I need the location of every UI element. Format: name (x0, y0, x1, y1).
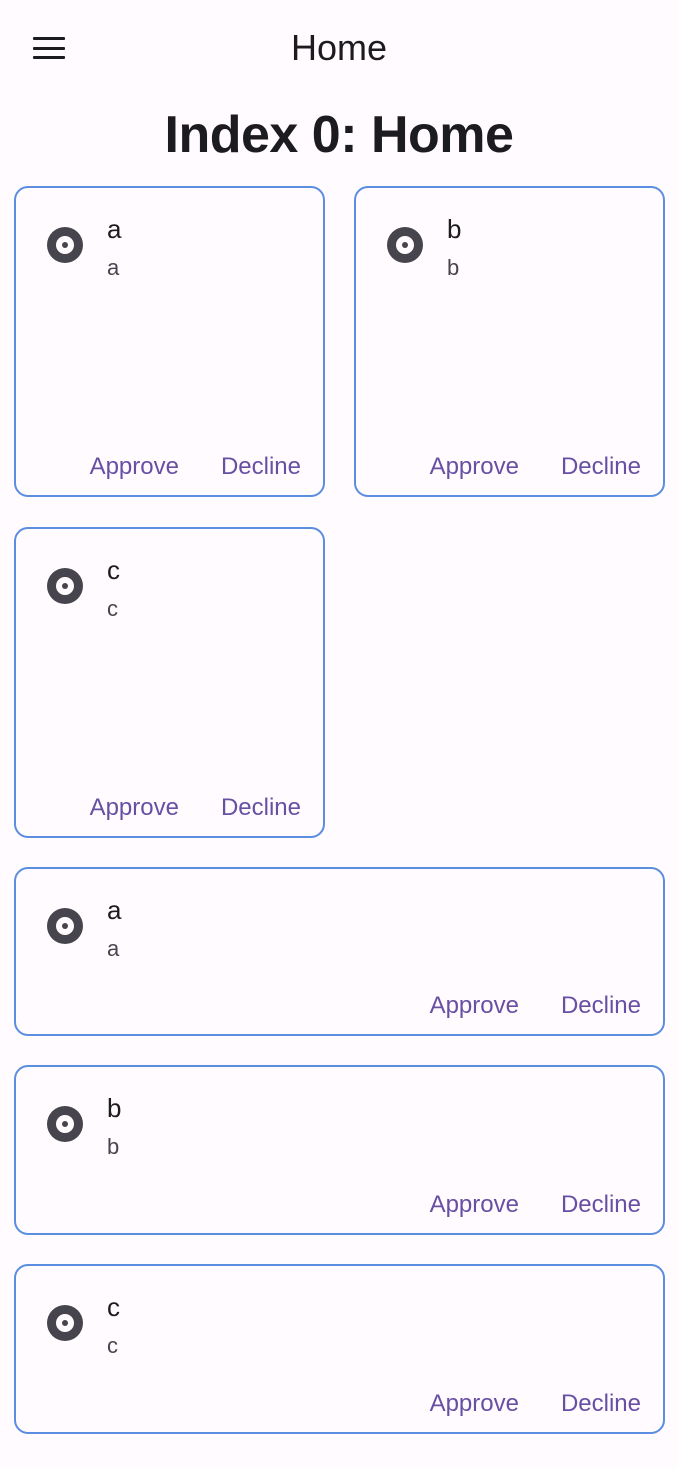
list-card-a[interactable]: a a Approve Decline (14, 867, 665, 1036)
album-icon (47, 568, 83, 604)
page-heading: Index 0: Home (164, 106, 514, 164)
card-title: a (107, 895, 122, 925)
album-icon (47, 1106, 83, 1142)
album-icon (387, 227, 423, 263)
approve-button[interactable]: Approve (420, 986, 529, 1026)
card-actions: Approve Decline (420, 447, 651, 487)
card-subtitle: b (107, 1134, 120, 1159)
card-title: a (107, 214, 122, 244)
list-card-b[interactable]: b b Approve Decline (14, 1065, 665, 1235)
album-icon (47, 227, 83, 263)
app-bar-title: Home (290, 27, 388, 68)
grid-card-a[interactable]: a a Approve Decline (14, 186, 325, 497)
card-subtitle: c (107, 1333, 118, 1358)
card-subtitle: b (447, 255, 460, 280)
approve-button[interactable]: Approve (420, 447, 529, 487)
grid-card-b[interactable]: b b Approve Decline (354, 186, 665, 497)
card-title: c (107, 1292, 120, 1322)
approve-button[interactable]: Approve (80, 788, 189, 828)
approve-button[interactable]: Approve (80, 447, 189, 487)
decline-button[interactable]: Decline (551, 447, 651, 487)
card-title: b (447, 214, 462, 244)
card-actions: Approve Decline (420, 1185, 651, 1225)
card-subtitle: a (107, 936, 120, 961)
grid-card-c[interactable]: c c Approve Decline (14, 527, 325, 838)
decline-button[interactable]: Decline (551, 1384, 651, 1424)
app-bar: Home (0, 0, 678, 96)
approve-button[interactable]: Approve (420, 1185, 529, 1225)
card-actions: Approve Decline (80, 447, 311, 487)
card-actions: Approve Decline (80, 788, 311, 828)
approve-button[interactable]: Approve (420, 1384, 529, 1424)
decline-button[interactable]: Decline (211, 788, 311, 828)
card-actions: Approve Decline (420, 1384, 651, 1424)
list-card-c[interactable]: c c Approve Decline (14, 1264, 665, 1434)
card-title: c (107, 555, 120, 585)
album-icon (47, 1305, 83, 1341)
album-icon (47, 908, 83, 944)
decline-button[interactable]: Decline (551, 986, 651, 1026)
card-subtitle: a (107, 255, 120, 280)
card-title: b (107, 1093, 122, 1123)
card-actions: Approve Decline (420, 986, 651, 1026)
card-subtitle: c (107, 596, 118, 621)
decline-button[interactable]: Decline (211, 447, 311, 487)
decline-button[interactable]: Decline (551, 1185, 651, 1225)
